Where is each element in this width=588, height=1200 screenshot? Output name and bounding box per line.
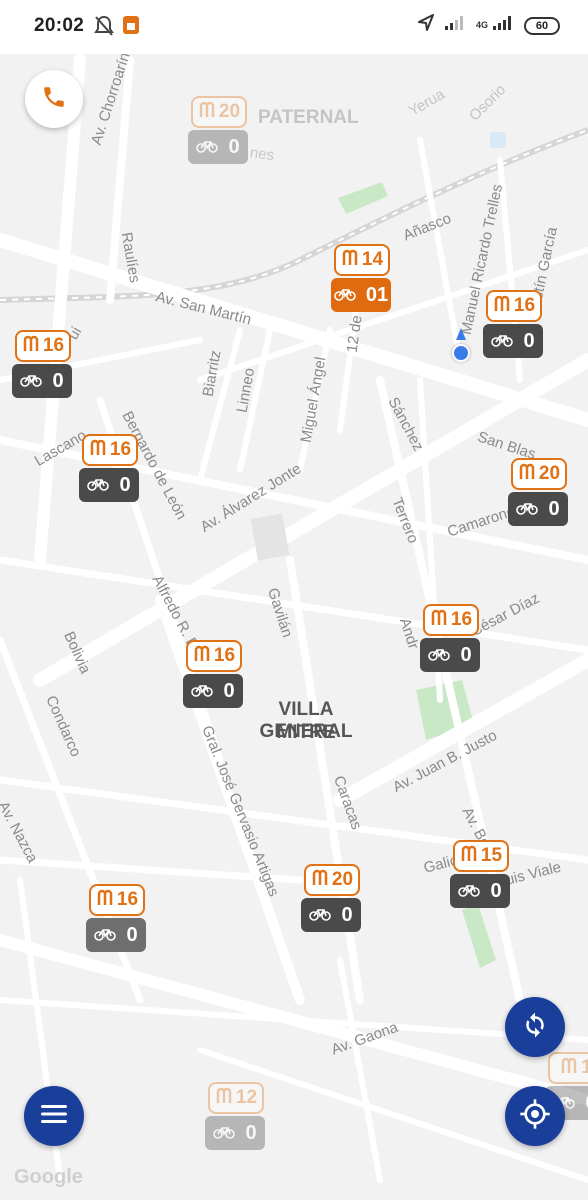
- refresh-button[interactable]: [505, 997, 565, 1057]
- station-docks: 20: [304, 864, 360, 896]
- user-heading-icon: [456, 328, 466, 340]
- bike-icon: [87, 474, 110, 497]
- dock-icon: [560, 1056, 578, 1080]
- menu-button[interactable]: [24, 1086, 84, 1146]
- dock-icon: [215, 1086, 233, 1110]
- bike-icon: [196, 136, 219, 159]
- district-label-paternal: PATERNAL: [258, 107, 359, 128]
- station-bikes: 0: [420, 638, 480, 672]
- locate-icon: [519, 1098, 551, 1135]
- district-label-mitre: MITRE: [276, 722, 336, 743]
- dock-icon: [430, 608, 448, 632]
- dock-icon: [193, 644, 211, 668]
- station-bikes: 0: [450, 874, 510, 908]
- station-marker[interactable]: 16 0: [420, 604, 482, 672]
- location-icon: [417, 14, 434, 37]
- station-docks: 12: [208, 1082, 264, 1114]
- station-docks: 20: [191, 96, 247, 128]
- dock-icon: [341, 248, 359, 272]
- network-type: 4G: [475, 20, 488, 30]
- station-marker[interactable]: 12 0: [205, 1082, 267, 1150]
- station-docks: 14: [334, 244, 390, 276]
- menu-icon: [40, 1103, 68, 1130]
- station-docks: 16: [423, 604, 479, 636]
- station-marker[interactable]: 16 0: [483, 290, 545, 358]
- dock-icon: [22, 334, 40, 358]
- dock-icon: [198, 100, 216, 124]
- station-docks: 20: [511, 458, 567, 490]
- station-bikes: 0: [183, 674, 243, 708]
- station-marker[interactable]: 14 01: [331, 244, 393, 312]
- bike-icon: [516, 498, 539, 521]
- station-docks: 1: [548, 1052, 588, 1084]
- dock-icon: [493, 294, 511, 318]
- dock-icon: [518, 462, 536, 486]
- station-bikes: 0: [508, 492, 568, 526]
- station-docks: 16: [486, 290, 542, 322]
- dock-icon: [460, 844, 478, 868]
- app-notification-icon: [122, 15, 140, 40]
- station-docks: 16: [186, 640, 242, 672]
- bike-icon: [94, 924, 117, 947]
- dock-icon: [89, 438, 107, 462]
- station-bikes: 0: [12, 364, 72, 398]
- station-bikes: 0: [79, 468, 139, 502]
- station-marker[interactable]: 15 0: [450, 840, 512, 908]
- station-docks: 16: [82, 434, 138, 466]
- station-marker[interactable]: 16 0: [183, 640, 245, 708]
- refresh-icon: [520, 1010, 550, 1045]
- locate-button[interactable]: [505, 1086, 565, 1146]
- bike-icon: [20, 370, 43, 393]
- bike-icon: [458, 880, 481, 903]
- station-marker[interactable]: 16 0: [79, 434, 141, 502]
- call-button[interactable]: [25, 70, 83, 128]
- station-marker[interactable]: 16 0: [12, 330, 74, 398]
- dock-icon: [96, 888, 114, 912]
- station-docks: 16: [89, 884, 145, 916]
- google-attribution: Google: [14, 1166, 83, 1188]
- bike-icon: [309, 904, 332, 927]
- station-docks: 15: [453, 840, 509, 872]
- notifications-off-icon: [94, 15, 114, 42]
- phone-icon: [41, 84, 67, 115]
- station-marker[interactable]: 20 0: [508, 458, 570, 526]
- map[interactable]: PATERNAL VILLA GENERAL MITRE Av. Chorroa…: [0, 54, 588, 1200]
- user-location-dot: [452, 344, 470, 362]
- status-time: 20:02: [34, 15, 85, 36]
- bike-icon: [428, 644, 451, 667]
- station-docks: 16: [15, 330, 71, 362]
- station-marker[interactable]: 20 0: [188, 96, 250, 164]
- bike-icon: [191, 680, 214, 703]
- bike-icon: [334, 284, 356, 307]
- station-bikes: 01: [331, 278, 391, 312]
- signal-icon: [444, 15, 466, 36]
- station-bikes: 0: [205, 1116, 265, 1150]
- station-bikes: 0: [188, 130, 248, 164]
- station-marker[interactable]: 16 0: [86, 884, 148, 952]
- signal-icon-2: [492, 15, 514, 36]
- battery-icon: 60: [524, 16, 560, 35]
- bike-icon: [213, 1122, 236, 1145]
- station-bikes: 0: [483, 324, 543, 358]
- bike-icon: [491, 330, 514, 353]
- street-label: nes: [248, 144, 276, 165]
- status-bar: 20:02 4G 60: [0, 0, 588, 54]
- dock-icon: [311, 868, 329, 892]
- station-marker[interactable]: 20 0: [301, 864, 363, 932]
- station-bikes: 0: [86, 918, 146, 952]
- station-bikes: 0: [301, 898, 361, 932]
